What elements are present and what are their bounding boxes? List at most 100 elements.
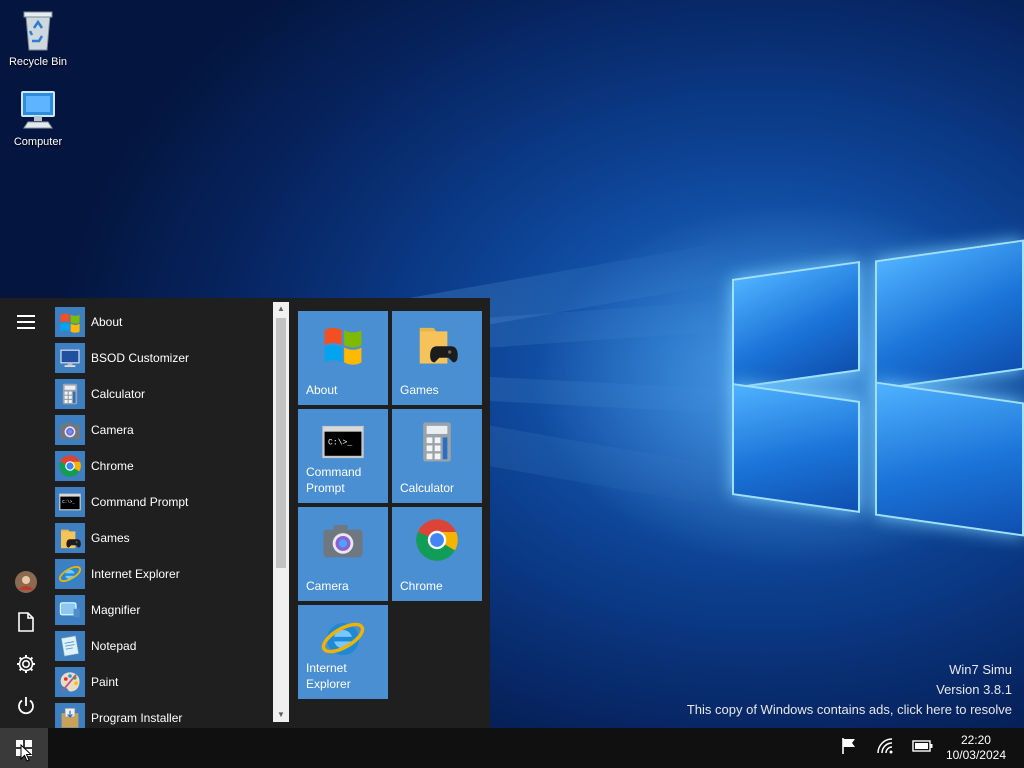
watermark-version: Version 3.8.1 bbox=[936, 682, 1012, 697]
app-list-item[interactable]: Magnifier bbox=[52, 592, 272, 628]
tile-label: Command Prompt bbox=[306, 465, 362, 495]
app-list-item[interactable]: C:\>_ Command Prompt bbox=[52, 484, 272, 520]
windows-logo-pane bbox=[875, 239, 1024, 391]
start-menu-rail bbox=[0, 298, 52, 728]
watermark-ads-notice[interactable]: This copy of Windows contains ads, click… bbox=[687, 700, 1012, 720]
tile-label: Chrome bbox=[400, 579, 443, 593]
tile-label: About bbox=[306, 383, 338, 397]
taskbar-clock[interactable]: 22:20 10/03/2024 bbox=[946, 733, 1006, 763]
app-list-item[interactable]: Paint bbox=[52, 664, 272, 700]
calculator-icon bbox=[55, 379, 85, 409]
app-list-item-label: Internet Explorer bbox=[91, 567, 180, 581]
tile-label: Camera bbox=[306, 579, 349, 593]
desktop-icon-computer[interactable]: Computer bbox=[0, 88, 76, 148]
start-menu: About BSOD Customizer Calculator Camera Chro… bbox=[0, 298, 490, 728]
internet-explorer-icon bbox=[55, 559, 85, 589]
desktop-icon-label: Recycle Bin bbox=[8, 56, 68, 68]
recycle-bin-icon bbox=[16, 8, 60, 52]
windows-logo-pane bbox=[732, 261, 860, 389]
settings-button[interactable] bbox=[10, 648, 42, 680]
tile-label: Games bbox=[400, 383, 439, 397]
app-list: About BSOD Customizer Calculator Camera Chro… bbox=[52, 304, 272, 728]
scroll-up-arrow-icon[interactable]: ▲ bbox=[273, 302, 289, 316]
svg-text:C:\>_: C:\>_ bbox=[328, 438, 352, 447]
app-list-item[interactable]: BSOD Customizer bbox=[52, 340, 272, 376]
app-list-item-label: About bbox=[91, 315, 123, 329]
app-list-item-label: Paint bbox=[91, 675, 119, 689]
scroll-down-arrow-icon[interactable]: ▼ bbox=[273, 708, 289, 722]
magnifier-icon bbox=[55, 595, 85, 625]
tile-chrome[interactable]: Chrome bbox=[392, 507, 482, 601]
app-list-scrollbar[interactable]: ▲ ▼ bbox=[273, 302, 289, 722]
games-folder-icon bbox=[414, 321, 460, 367]
wifi-icon[interactable] bbox=[876, 737, 894, 760]
document-icon bbox=[18, 612, 34, 632]
tile-calculator[interactable]: Calculator bbox=[392, 409, 482, 503]
app-list-item[interactable]: Calculator bbox=[52, 376, 272, 412]
notepad-icon bbox=[55, 631, 85, 661]
calculator-icon bbox=[414, 419, 460, 465]
taskbar: 22:20 10/03/2024 bbox=[0, 728, 1024, 768]
app-list-item-label: Program Installer bbox=[91, 711, 183, 725]
tile-internet-explorer[interactable]: Internet Explorer bbox=[298, 605, 388, 699]
tile-about[interactable]: About bbox=[298, 311, 388, 405]
watermark-product: Win7 Simu bbox=[949, 662, 1012, 677]
app-list-item-label: Camera bbox=[91, 423, 134, 437]
tile-label: Calculator bbox=[400, 481, 455, 495]
user-account-button[interactable] bbox=[10, 566, 42, 598]
installer-icon bbox=[55, 703, 85, 728]
terminal-icon: C:\>_ bbox=[320, 419, 366, 465]
clock-time: 22:20 bbox=[960, 733, 991, 747]
app-list-item[interactable]: Program Installer bbox=[52, 700, 272, 728]
desktop-icon-recycle-bin[interactable]: Recycle Bin bbox=[0, 8, 76, 68]
desktop-icon-label: Computer bbox=[13, 136, 63, 148]
paint-palette-icon bbox=[55, 667, 85, 697]
camera-icon bbox=[55, 415, 85, 445]
flag-icon[interactable] bbox=[840, 737, 858, 760]
app-list-item[interactable]: Chrome bbox=[52, 448, 272, 484]
app-list-item-label: Games bbox=[91, 531, 130, 545]
app-list-item[interactable]: Internet Explorer bbox=[52, 556, 272, 592]
mouse-cursor-icon bbox=[20, 744, 32, 762]
chrome-icon bbox=[55, 451, 85, 481]
monitor-icon bbox=[55, 343, 85, 373]
svg-text:C:\>_: C:\>_ bbox=[62, 500, 75, 505]
internet-explorer-icon bbox=[320, 615, 366, 661]
tile-command-prompt[interactable]: C:\>_ Command Prompt bbox=[298, 409, 388, 503]
app-list-item-label: BSOD Customizer bbox=[91, 351, 190, 365]
terminal-icon: C:\>_ bbox=[55, 487, 85, 517]
hamburger-icon bbox=[17, 315, 35, 329]
app-list-item-label: Chrome bbox=[91, 459, 134, 473]
tile-games[interactable]: Games bbox=[392, 311, 482, 405]
app-list-item[interactable]: About bbox=[52, 304, 272, 340]
hamburger-menu-button[interactable] bbox=[10, 306, 42, 338]
clock-date: 10/03/2024 bbox=[945, 748, 1006, 762]
app-list-item[interactable]: Camera bbox=[52, 412, 272, 448]
app-list-item[interactable]: Notepad bbox=[52, 628, 272, 664]
chrome-icon bbox=[414, 517, 460, 563]
documents-button[interactable] bbox=[10, 606, 42, 638]
app-list-item-label: Calculator bbox=[91, 387, 146, 401]
app-list-item-label: Magnifier bbox=[91, 603, 141, 617]
system-tray: 22:20 10/03/2024 bbox=[840, 728, 1006, 768]
app-list-item-label: Notepad bbox=[91, 639, 137, 653]
games-folder-icon bbox=[55, 523, 85, 553]
app-list-item[interactable]: Games bbox=[52, 520, 272, 556]
camera-icon bbox=[320, 517, 366, 563]
app-list-item-label: Command Prompt bbox=[91, 495, 189, 509]
computer-icon bbox=[16, 88, 60, 132]
scroll-thumb[interactable] bbox=[276, 318, 286, 568]
windows-flag-icon bbox=[320, 321, 366, 367]
power-icon bbox=[18, 697, 34, 715]
start-button[interactable] bbox=[0, 728, 48, 768]
battery-icon[interactable] bbox=[912, 739, 934, 758]
windows-logo-pane bbox=[875, 381, 1024, 537]
windows-logo-pane bbox=[732, 383, 860, 513]
power-button[interactable] bbox=[10, 690, 42, 722]
gear-icon bbox=[17, 655, 35, 673]
tile-camera[interactable]: Camera bbox=[298, 507, 388, 601]
windows-flag-icon bbox=[55, 307, 85, 337]
user-avatar-icon bbox=[15, 571, 37, 593]
activation-watermark[interactable]: Win7 Simu Version 3.8.1 This copy of Win… bbox=[687, 660, 1012, 720]
tile-label: Internet Explorer bbox=[306, 661, 351, 691]
